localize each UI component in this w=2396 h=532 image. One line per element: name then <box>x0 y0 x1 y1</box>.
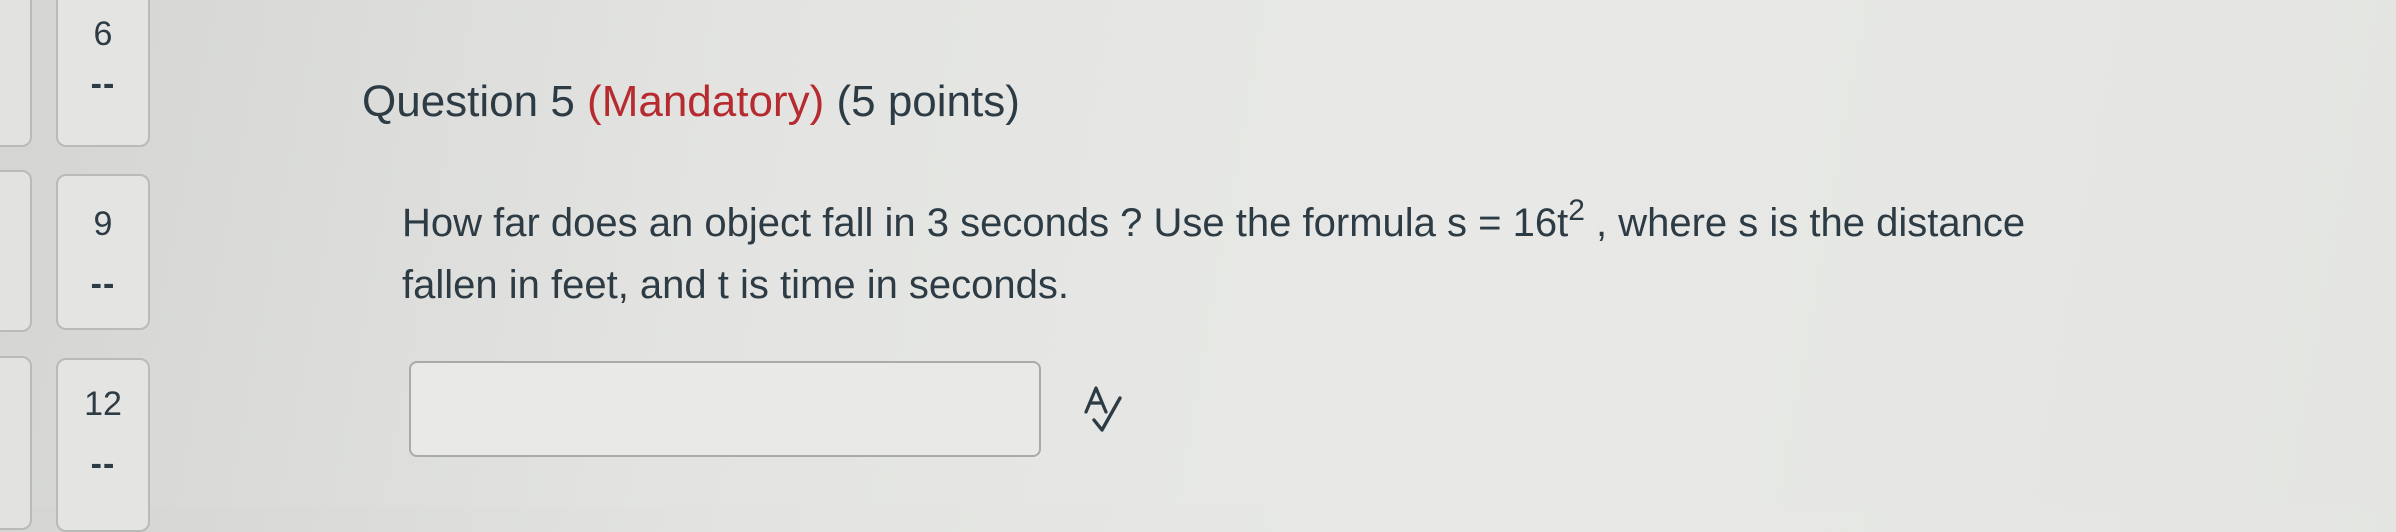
question-text-part1: How far does an object fall in 3 seconds… <box>402 201 1569 245</box>
question-number: Question 5 <box>362 77 575 126</box>
nav-tile-question-9[interactable]: 9 -- <box>56 174 150 330</box>
nav-tile-partial[interactable] <box>0 0 32 147</box>
question-text: How far does an object fall in 3 seconds… <box>402 192 2102 316</box>
nav-tile-status: -- <box>90 265 116 303</box>
exponent: 2 <box>1568 194 1585 227</box>
mandatory-label: (Mandatory) <box>587 77 825 126</box>
nav-tile-number: 6 <box>93 15 113 53</box>
nav-tile-number: 12 <box>84 385 122 423</box>
nav-tile-status: -- <box>90 65 116 103</box>
answer-input[interactable] <box>409 361 1041 457</box>
nav-tile-question-6[interactable]: 6 -- <box>56 0 150 147</box>
nav-tile-partial[interactable] <box>0 170 32 332</box>
question-navigator: 6 -- 9 -- 12 -- <box>0 0 160 532</box>
nav-tile-number: 9 <box>93 205 113 243</box>
points-label: (5 points) <box>836 77 1020 126</box>
nav-tile-partial[interactable] <box>0 356 32 530</box>
question-title: Question 5 (Mandatory) (5 points) <box>362 74 1020 130</box>
spellcheck-icon[interactable] <box>1082 384 1136 436</box>
nav-tile-status: -- <box>90 445 116 483</box>
